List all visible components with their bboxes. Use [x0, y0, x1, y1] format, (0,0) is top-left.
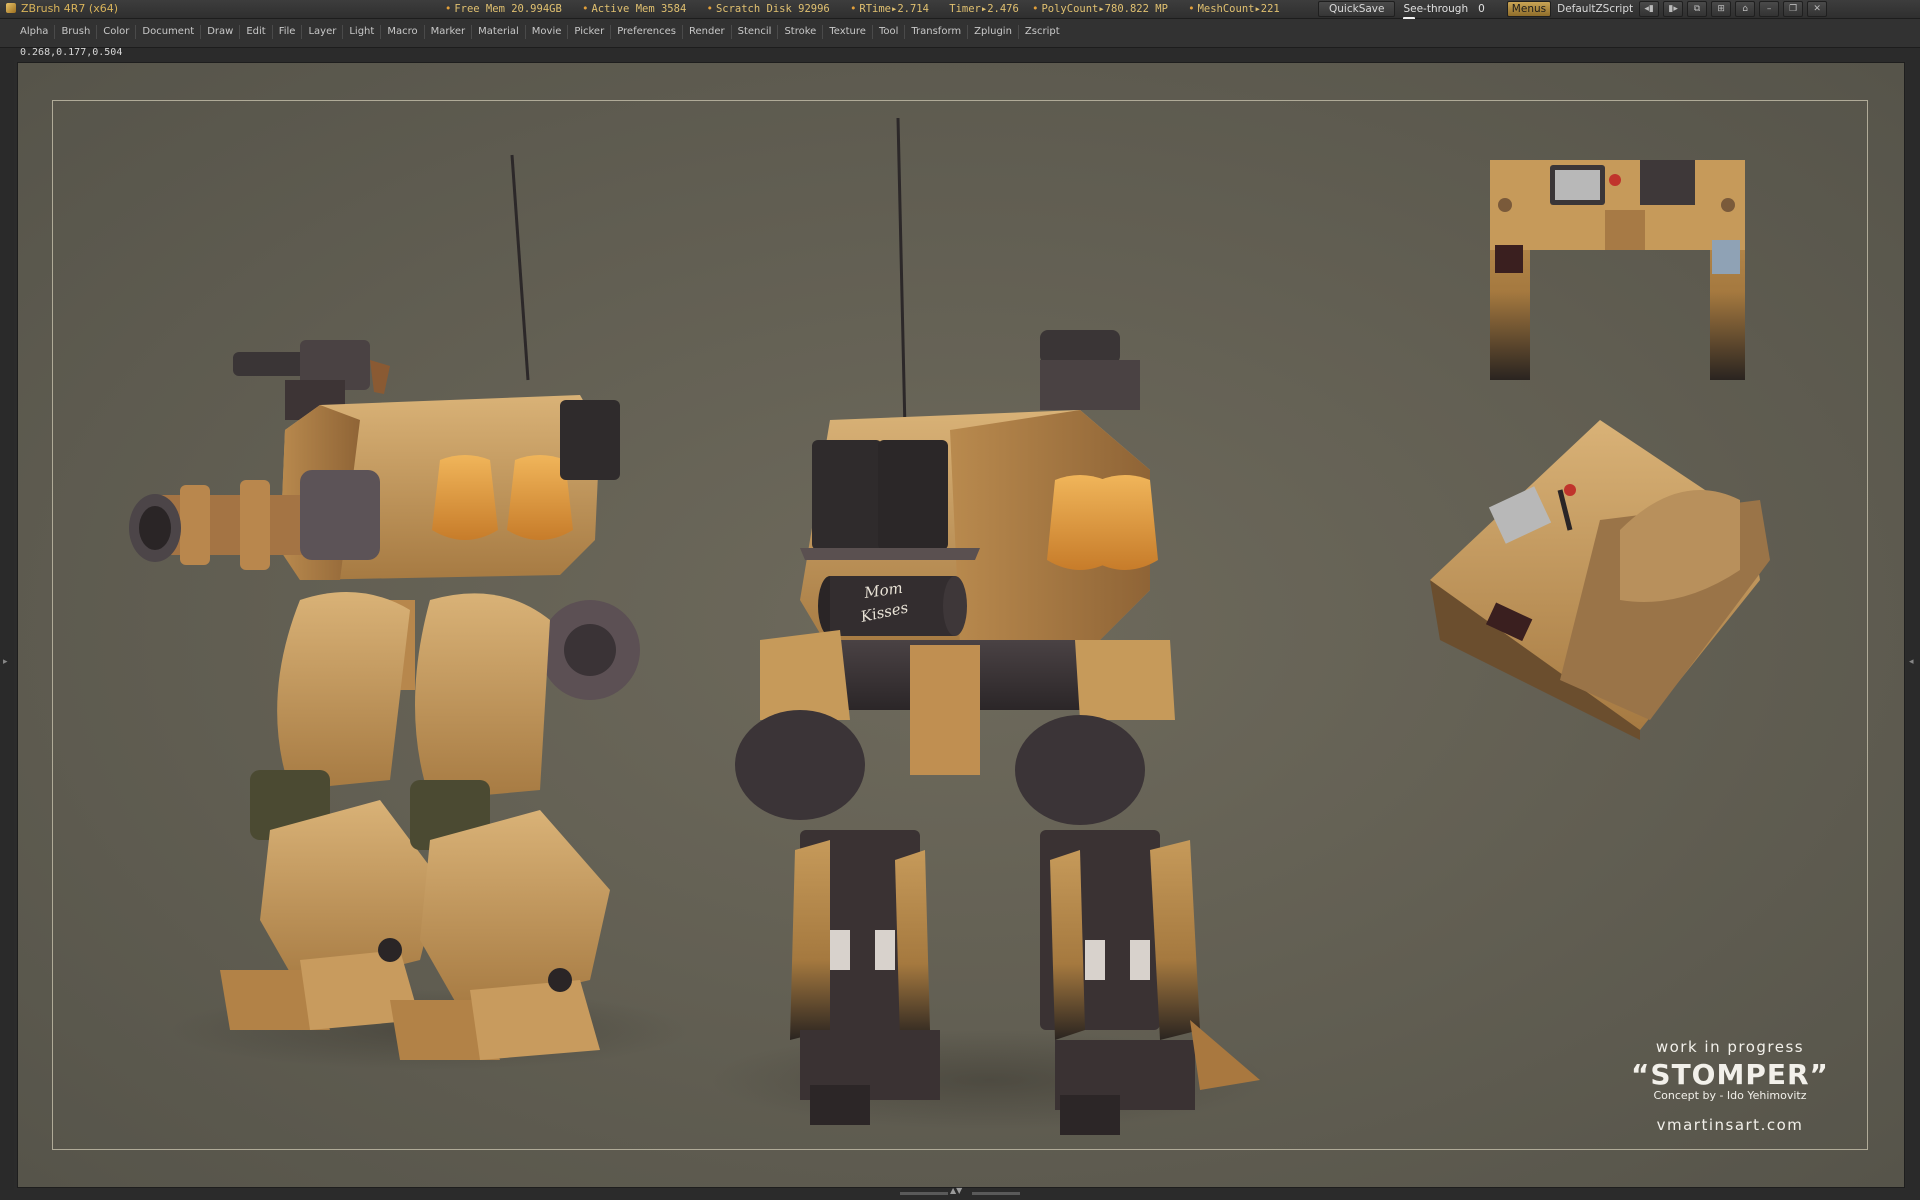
artwork-caption: work in progress “STOMPER” Concept by - …	[1600, 1038, 1860, 1134]
caption-title: “STOMPER”	[1631, 1058, 1829, 1091]
cockpit-iso-view	[1430, 420, 1770, 740]
cockpit-top-view	[1490, 160, 1745, 380]
caption-site: vmartinsart.com	[1656, 1116, 1804, 1134]
caption-wip: work in progress	[1655, 1038, 1805, 1056]
artwork: Mom Kisses	[129, 117, 1770, 1135]
bottom-tray-arrow-icon[interactable]: ▲▼	[950, 1186, 962, 1195]
bottom-tray-handle[interactable]: ▲▼	[900, 1186, 1020, 1196]
mech-right: Mom Kisses	[710, 117, 1270, 1135]
mug: Mom Kisses	[818, 576, 967, 636]
mech-left	[129, 154, 690, 1070]
